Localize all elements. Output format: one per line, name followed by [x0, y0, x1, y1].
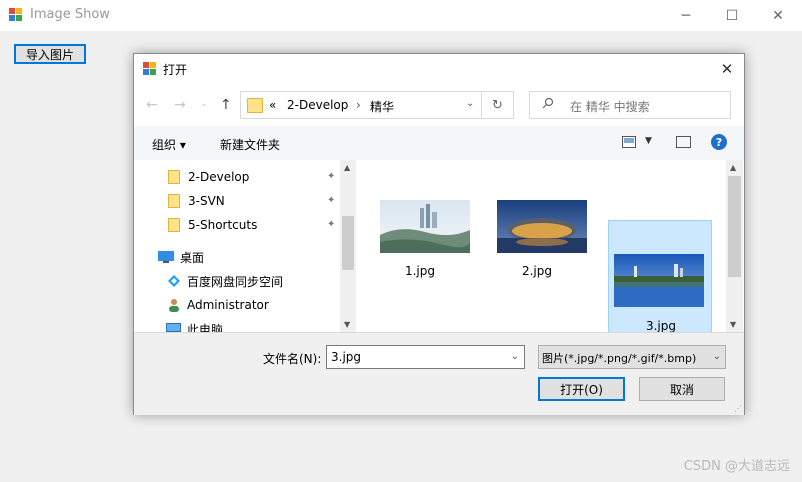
folder-icon: [247, 98, 263, 113]
preview-pane-icon[interactable]: [676, 136, 691, 148]
file-list-scrollbar[interactable]: ▲ ▼: [726, 160, 743, 332]
file-name: 1.jpg: [404, 264, 436, 278]
file-list: 1.jpg 2.jpg 3.jpg: [356, 160, 744, 332]
scroll-up-icon[interactable]: ▲: [730, 163, 736, 172]
sidebar-item-5-shortcuts[interactable]: 5-Shortcuts: [168, 214, 257, 236]
dialog-titlebar: 打开 ✕: [134, 54, 744, 84]
file-type-filter[interactable]: 图片(*.jpg/*.png/*.gif/*.bmp) ⌄: [538, 345, 726, 369]
command-toolbar: 组织 ▾ 新建文件夹 ▼ ?: [134, 126, 744, 161]
recent-locations-icon[interactable]: ⌄: [200, 99, 208, 109]
navigation-pane-scrollbar[interactable]: ▲ ▼: [340, 160, 356, 332]
cancel-button[interactable]: 取消: [639, 377, 725, 401]
image-thumbnail: [497, 200, 587, 253]
folder-icon: [168, 170, 180, 184]
sidebar-item-label: 百度网盘同步空间: [187, 274, 284, 289]
user-icon: [169, 299, 179, 312]
sidebar-item-administrator[interactable]: Administrator: [168, 294, 269, 316]
baidu-sync-icon: [168, 275, 180, 287]
forward-arrow-icon[interactable]: →: [174, 97, 186, 113]
chevron-down-icon[interactable]: ⌄: [511, 351, 519, 362]
file-item-1[interactable]: 1.jpg: [368, 166, 472, 284]
search-placeholder: 在 精华 中搜索: [570, 100, 650, 114]
organize-button[interactable]: 组织 ▾: [152, 136, 186, 153]
pin-icon[interactable]: ✦: [327, 195, 335, 206]
sidebar-item-label: 5-Shortcuts: [188, 218, 258, 232]
scroll-up-icon[interactable]: ▲: [344, 163, 350, 172]
close-button[interactable]: ✕: [755, 0, 801, 31]
breadcrumb-item[interactable]: 精华: [370, 98, 394, 115]
file-item-2[interactable]: 2.jpg: [485, 166, 589, 284]
refresh-button[interactable]: ↻: [482, 91, 514, 119]
sidebar-item-baidu-sync[interactable]: 百度网盘同步空间: [168, 270, 283, 292]
file-item-3-selected[interactable]: 3.jpg: [608, 220, 712, 332]
desktop-icon: [158, 251, 174, 263]
minimize-button[interactable]: ─: [663, 0, 709, 31]
sidebar-item-label: 桌面: [180, 250, 205, 265]
pin-icon[interactable]: ✦: [327, 219, 335, 230]
open-file-dialog: 打开 ✕ ← → ⌄ ↑ « 2-Develop › 精华 ⌄ ↻ 在 精华 中…: [133, 53, 745, 415]
dialog-title: 打开: [163, 63, 188, 77]
scrollbar-thumb[interactable]: [342, 216, 354, 270]
sidebar-item-label: 2-Develop: [188, 170, 250, 184]
search-box[interactable]: 在 精华 中搜索: [529, 91, 731, 119]
watermark: CSDN @大道志远: [683, 459, 790, 474]
breadcrumb-separator-icon: ›: [356, 98, 361, 112]
image-thumbnail: [614, 254, 704, 307]
chevron-down-icon[interactable]: ⌄: [466, 98, 474, 109]
import-image-button[interactable]: 导入图片: [14, 44, 86, 64]
search-icon: [542, 97, 554, 109]
back-arrow-icon[interactable]: ←: [146, 97, 158, 113]
sidebar-item-3-svn[interactable]: 3-SVN: [168, 190, 225, 212]
image-thumbnail: [380, 200, 470, 253]
scroll-down-icon[interactable]: ▼: [730, 320, 736, 329]
filename-label: 文件名(N):: [263, 352, 322, 366]
navigation-bar: ← → ⌄ ↑ « 2-Develop › 精华 ⌄ ↻ 在 精华 中搜索: [134, 84, 744, 126]
app-titlebar: Image Show ─ ☐ ✕: [0, 0, 802, 31]
file-name: 3.jpg: [645, 319, 677, 332]
app-icon: [9, 8, 22, 21]
app-title: Image Show: [30, 7, 110, 22]
up-arrow-icon[interactable]: ↑: [220, 97, 232, 113]
dialog-footer: 文件名(N): 3.jpg ⌄ 图片(*.jpg/*.png/*.gif/*.b…: [134, 332, 744, 415]
folder-icon: [168, 194, 180, 208]
filter-value: 图片(*.jpg/*.png/*.gif/*.bmp): [542, 352, 697, 365]
folder-icon: [168, 218, 180, 232]
pin-icon[interactable]: ✦: [327, 171, 335, 182]
scrollbar-thumb[interactable]: [728, 176, 741, 277]
navigation-pane: 2-Develop ✦ 3-SVN ✦ 5-Shortcuts ✦ 桌面 百度网…: [134, 160, 356, 337]
dialog-close-button[interactable]: ✕: [710, 54, 744, 84]
file-item-4[interactable]: [368, 292, 472, 332]
address-bar[interactable]: « 2-Develop › 精华 ⌄: [240, 91, 482, 119]
resize-grip-icon[interactable]: ⋰: [734, 404, 742, 413]
new-folder-button[interactable]: 新建文件夹: [220, 136, 280, 153]
sidebar-item-label: 3-SVN: [188, 194, 225, 208]
scroll-down-icon[interactable]: ▼: [344, 320, 350, 329]
sidebar-item-2-develop[interactable]: 2-Develop: [168, 166, 249, 188]
dialog-app-icon: [143, 62, 156, 75]
view-options-icon[interactable]: [622, 136, 636, 148]
breadcrumb-overflow[interactable]: «: [269, 98, 276, 112]
chevron-down-icon[interactable]: ⌄: [713, 351, 721, 362]
help-icon[interactable]: ?: [711, 134, 727, 150]
filename-value: 3.jpg: [331, 350, 362, 364]
breadcrumb-item[interactable]: 2-Develop: [287, 98, 348, 112]
sidebar-item-label: Administrator: [187, 298, 269, 312]
sidebar-item-desktop[interactable]: 桌面: [158, 246, 204, 268]
file-name: 2.jpg: [521, 264, 553, 278]
maximize-button[interactable]: ☐: [709, 0, 755, 31]
view-dropdown-icon[interactable]: ▼: [645, 136, 652, 146]
open-button[interactable]: 打开(O): [538, 377, 625, 401]
filename-field[interactable]: 3.jpg ⌄: [326, 345, 525, 369]
